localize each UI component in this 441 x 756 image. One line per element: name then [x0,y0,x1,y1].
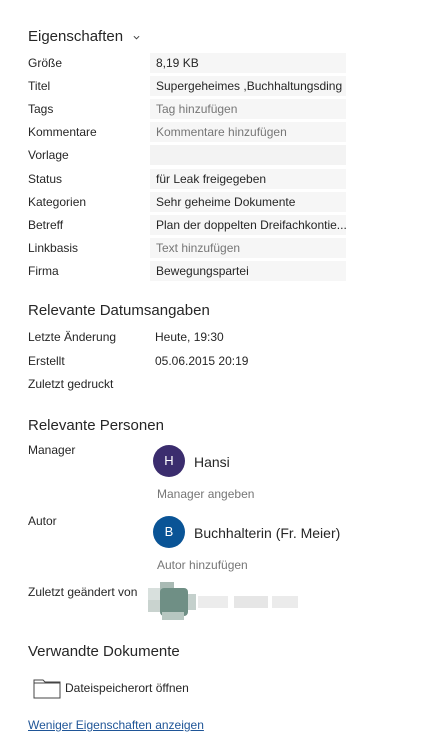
properties-title: Eigenschaften [28,28,124,45]
property-label: Tags [28,102,54,116]
property-value-field[interactable]: Bewegungspartei [150,261,346,281]
property-label: Betreff [28,218,64,232]
author-avatar[interactable]: B [153,516,185,548]
fewer-properties-link[interactable]: Weniger Eigenschaften anzeigen [28,718,204,732]
property-value-field[interactable]: Sehr geheime Dokumente [150,192,346,212]
last-modified-label: Zuletzt geändert von [28,585,138,599]
dates-title: Relevante Datumsangaben [28,302,210,319]
manager-name[interactable]: Hansi [194,454,230,470]
author-initial: B [164,524,174,539]
manager-initial: H [164,453,174,468]
date-label: Letzte Änderung [28,330,117,344]
property-value-field[interactable] [150,145,346,165]
last-modified-person-redacted[interactable] [148,582,308,622]
manager-label: Manager [28,443,76,457]
author-label: Autor [28,514,57,528]
date-value: 05.06.2015 20:19 [155,354,249,368]
property-label: Kategorien [28,195,87,209]
date-label: Erstellt [28,354,65,368]
people-title: Relevante Personen [28,417,164,434]
property-value-field[interactable]: Text hinzufügen [150,238,346,258]
property-value-field[interactable]: für Leak freigegeben [150,169,346,189]
date-label: Zuletzt gedruckt [28,377,114,391]
property-value-field[interactable]: Kommentare hinzufügen [150,122,346,142]
property-value-field[interactable]: Supergeheimes ,Buchhaltungsding [150,76,346,96]
manager-add-input[interactable]: Manager angeben [157,487,254,501]
property-label: Kommentare [28,125,97,139]
open-file-location-label: Dateispeicherort öffnen [65,681,189,695]
property-label: Größe [28,56,63,70]
manager-avatar[interactable]: H [153,445,185,477]
chevron-down-icon [133,35,140,40]
property-label: Status [28,172,63,186]
date-value [150,374,346,394]
folder-icon [33,679,61,699]
property-value-field[interactable]: Plan der doppelten Dreifachkontie... [150,215,346,235]
property-label: Vorlage [28,148,69,162]
author-add-input[interactable]: Autor hinzufügen [157,558,248,572]
property-label: Linkbasis [28,241,79,255]
author-name[interactable]: Buchhalterin (Fr. Meier) [194,525,340,541]
related-title: Verwandte Dokumente [28,643,180,660]
open-file-location-button[interactable]: Dateispeicherort öffnen [33,676,189,700]
property-value-field: 8,19 KB [150,53,346,73]
property-label: Firma [28,264,59,278]
property-value-field[interactable]: Tag hinzufügen [150,99,346,119]
properties-header[interactable]: Eigenschaften [28,28,140,45]
property-label: Titel [28,79,51,93]
date-value: Heute, 19:30 [155,330,224,344]
